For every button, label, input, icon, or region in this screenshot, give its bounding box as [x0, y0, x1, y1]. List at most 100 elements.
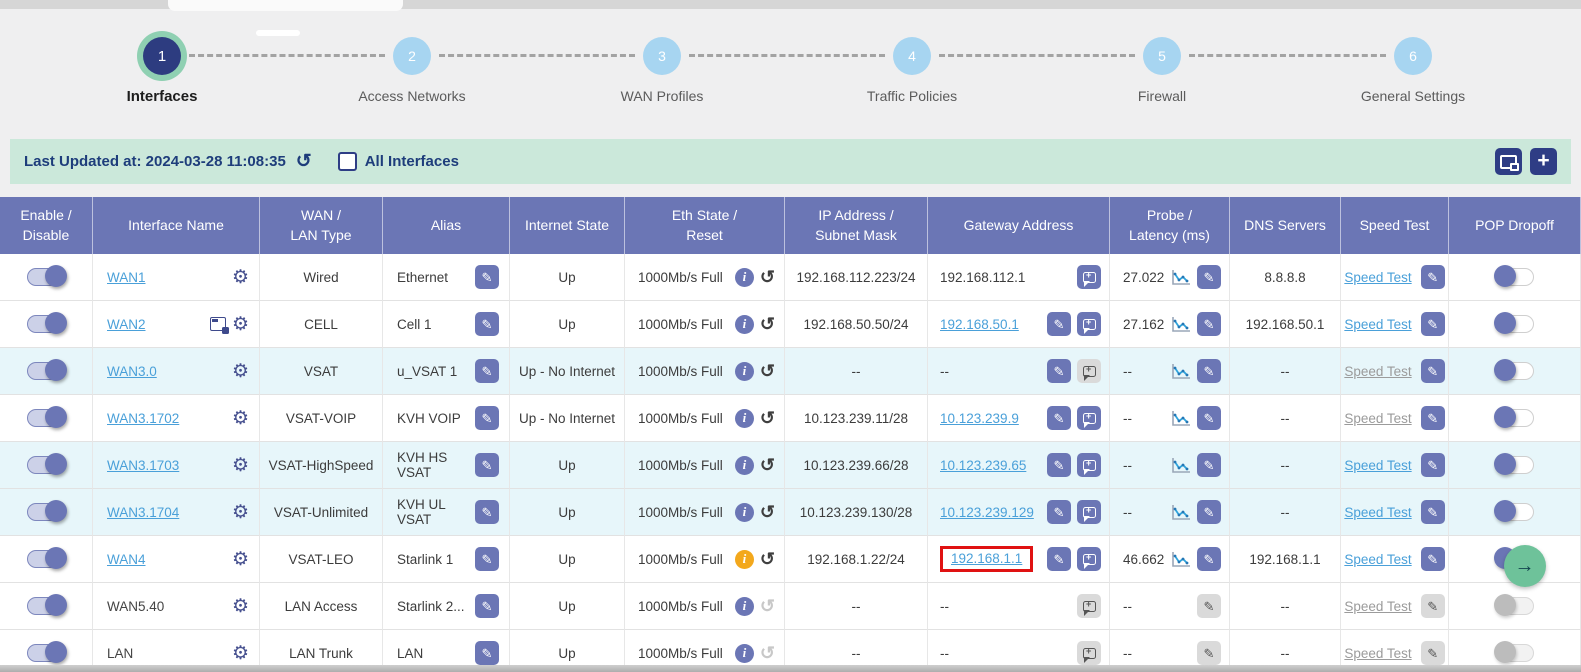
settings-gear-icon[interactable]: ⚙: [232, 409, 249, 428]
edit-speed-test-button[interactable]: ✎: [1421, 312, 1445, 336]
settings-gear-icon[interactable]: ⚙: [232, 268, 249, 287]
latency-chart-icon[interactable]: [1171, 504, 1191, 521]
interface-name-link[interactable]: WAN3.0: [107, 364, 157, 379]
pop-dropoff-toggle[interactable]: [1496, 456, 1534, 474]
info-icon[interactable]: i: [735, 362, 754, 381]
refresh-icon[interactable]: ↺: [296, 150, 312, 173]
interface-name-link[interactable]: WAN3.1703: [107, 458, 179, 473]
edit-probe-button[interactable]: ✎: [1197, 312, 1221, 336]
edit-probe-button[interactable]: ✎: [1197, 547, 1221, 571]
edit-speed-test-button[interactable]: ✎: [1421, 500, 1445, 524]
edit-alias-button[interactable]: ✎: [475, 265, 499, 289]
settings-gear-icon[interactable]: ⚙: [232, 644, 249, 663]
edit-speed-test-button[interactable]: ✎: [1421, 265, 1445, 289]
ping-gateway-button[interactable]: [1077, 453, 1101, 477]
edit-alias-button[interactable]: ✎: [475, 641, 499, 665]
info-icon[interactable]: i: [735, 268, 754, 287]
edit-alias-button[interactable]: ✎: [475, 500, 499, 524]
edit-alias-button[interactable]: ✎: [475, 453, 499, 477]
reset-icon[interactable]: ↺: [760, 362, 775, 380]
edit-alias-button[interactable]: ✎: [475, 406, 499, 430]
pop-dropoff-toggle[interactable]: [1496, 409, 1534, 427]
edit-probe-button[interactable]: ✎: [1197, 265, 1221, 289]
speed-test-link[interactable]: Speed Test: [1344, 505, 1411, 520]
all-interfaces-checkbox[interactable]: [338, 152, 357, 171]
edit-alias-button[interactable]: ✎: [475, 594, 499, 618]
settings-gear-icon[interactable]: ⚙: [232, 503, 249, 522]
enable-toggle[interactable]: [27, 597, 65, 615]
info-icon[interactable]: i: [735, 315, 754, 334]
step-circle-3[interactable]: 3: [643, 37, 681, 75]
edit-gateway-button[interactable]: ✎: [1047, 359, 1071, 383]
interface-name-link[interactable]: WAN3.1704: [107, 505, 179, 520]
settings-gear-icon[interactable]: ⚙: [232, 362, 249, 381]
enable-toggle[interactable]: [27, 409, 65, 427]
speed-test-link[interactable]: Speed Test: [1344, 270, 1411, 285]
edit-speed-test-button[interactable]: ✎: [1421, 547, 1445, 571]
enable-toggle[interactable]: [27, 644, 65, 662]
info-icon[interactable]: i: [735, 456, 754, 475]
settings-gear-icon[interactable]: ⚙: [232, 315, 249, 334]
reset-icon[interactable]: ↺: [760, 456, 775, 474]
pop-dropoff-toggle[interactable]: [1496, 315, 1534, 333]
info-icon[interactable]: i: [735, 409, 754, 428]
ping-gateway-button[interactable]: [1077, 406, 1101, 430]
interface-name-link[interactable]: WAN2: [107, 317, 146, 332]
settings-gear-icon[interactable]: ⚙: [232, 550, 249, 569]
gateway-value[interactable]: 192.168.1.1: [951, 551, 1022, 566]
enable-toggle[interactable]: [27, 315, 65, 333]
reset-icon[interactable]: ↺: [760, 503, 775, 521]
enable-toggle[interactable]: [27, 362, 65, 380]
settings-gear-icon[interactable]: ⚙: [232, 597, 249, 616]
edit-speed-test-button[interactable]: ✎: [1421, 406, 1445, 430]
ping-gateway-button[interactable]: [1077, 500, 1101, 524]
window-view-button[interactable]: [1495, 148, 1522, 175]
edit-speed-test-button[interactable]: ✎: [1421, 359, 1445, 383]
interface-name-link[interactable]: WAN1: [107, 270, 146, 285]
edit-gateway-button[interactable]: ✎: [1047, 406, 1071, 430]
ping-gateway-button[interactable]: [1077, 312, 1101, 336]
edit-alias-button[interactable]: ✎: [475, 312, 499, 336]
reset-icon[interactable]: ↺: [760, 409, 775, 427]
reset-icon[interactable]: ↺: [760, 550, 775, 568]
edit-gateway-button[interactable]: ✎: [1047, 547, 1071, 571]
pop-dropoff-toggle[interactable]: [1496, 503, 1534, 521]
enable-toggle[interactable]: [27, 550, 65, 568]
latency-chart-icon[interactable]: [1171, 363, 1191, 380]
speed-test-link[interactable]: Speed Test: [1344, 458, 1411, 473]
step-circle-1[interactable]: 1: [143, 37, 181, 75]
edit-alias-button[interactable]: ✎: [475, 547, 499, 571]
edit-probe-button[interactable]: ✎: [1197, 500, 1221, 524]
latency-chart-icon[interactable]: [1171, 269, 1191, 286]
pop-dropoff-toggle[interactable]: [1496, 362, 1534, 380]
settings-gear-icon[interactable]: ⚙: [232, 456, 249, 475]
edit-probe-button[interactable]: ✎: [1197, 406, 1221, 430]
ping-gateway-button[interactable]: [1077, 547, 1101, 571]
step-circle-4[interactable]: 4: [893, 37, 931, 75]
step-circle-6[interactable]: 6: [1394, 37, 1432, 75]
info-icon[interactable]: i: [735, 644, 754, 663]
edit-gateway-button[interactable]: ✎: [1047, 453, 1071, 477]
step-circle-2[interactable]: 2: [393, 37, 431, 75]
gateway-value[interactable]: 192.168.50.1: [940, 317, 1019, 332]
edit-alias-button[interactable]: ✎: [475, 359, 499, 383]
enable-toggle[interactable]: [27, 456, 65, 474]
speed-test-link[interactable]: Speed Test: [1344, 317, 1411, 332]
gateway-value[interactable]: 10.123.239.129: [940, 505, 1034, 520]
reset-icon[interactable]: ↺: [760, 268, 775, 286]
interface-name-link[interactable]: WAN4: [107, 552, 146, 567]
latency-chart-icon[interactable]: [1171, 551, 1191, 568]
gateway-value[interactable]: 10.123.239.65: [940, 458, 1026, 473]
edit-probe-button[interactable]: ✎: [1197, 453, 1221, 477]
reset-icon[interactable]: ↺: [760, 315, 775, 333]
gateway-value[interactable]: 10.123.239.9: [940, 411, 1019, 426]
latency-chart-icon[interactable]: [1171, 410, 1191, 427]
ping-gateway-button[interactable]: [1077, 265, 1101, 289]
speed-test-link[interactable]: Speed Test: [1344, 552, 1411, 567]
enable-toggle[interactable]: [27, 503, 65, 521]
edit-probe-button[interactable]: ✎: [1197, 359, 1221, 383]
step-circle-5[interactable]: 5: [1143, 37, 1181, 75]
edit-speed-test-button[interactable]: ✎: [1421, 453, 1445, 477]
interface-name-link[interactable]: WAN3.1702: [107, 411, 179, 426]
enable-toggle[interactable]: [27, 268, 65, 286]
